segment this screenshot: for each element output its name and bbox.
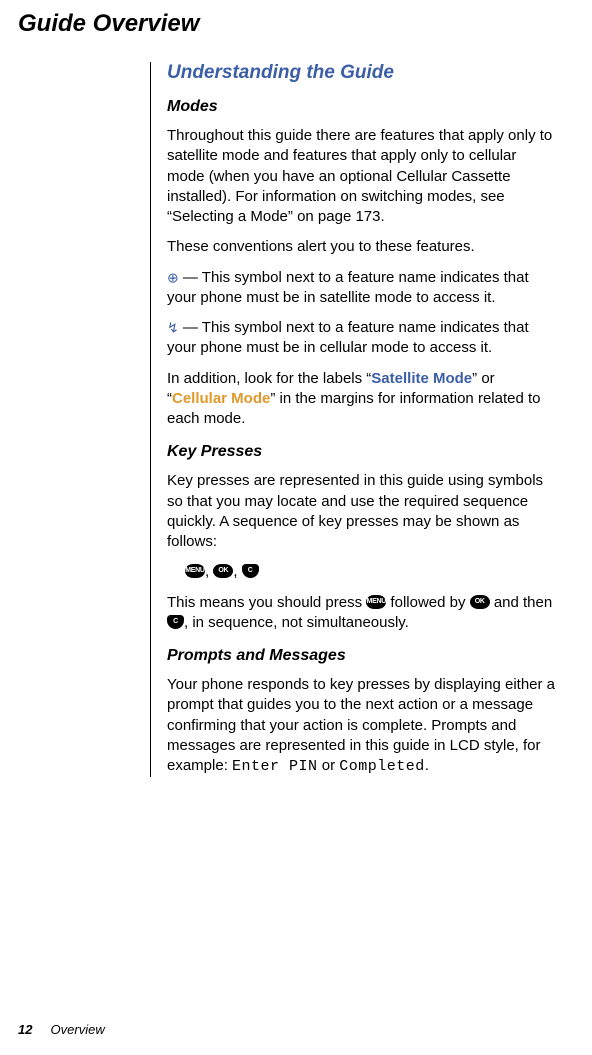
lcd-enter-pin: Enter PIN bbox=[232, 758, 318, 775]
text-fragment: or bbox=[318, 757, 340, 774]
ok-key-icon: OK bbox=[470, 595, 490, 609]
modes-p1: Throughout this guide there are features… bbox=[167, 126, 556, 227]
ok-key-icon: OK bbox=[213, 564, 233, 578]
cellular-text: — This symbol next to a feature name ind… bbox=[167, 319, 529, 356]
keypresses-p1: Key presses are represented in this guid… bbox=[167, 471, 556, 552]
text-fragment: In addition, look for the labels “ bbox=[167, 370, 371, 387]
keypresses-heading: Key Presses bbox=[167, 443, 556, 461]
key-sequence-row: MENU, OK, C bbox=[167, 562, 556, 582]
mode-labels-paragraph: In addition, look for the labels “Satell… bbox=[167, 369, 556, 430]
modes-p2: These conventions alert you to these fea… bbox=[167, 237, 556, 257]
cellular-symbol-paragraph: ↯ — This symbol next to a feature name i… bbox=[167, 318, 556, 359]
modes-heading: Modes bbox=[167, 98, 556, 116]
satellite-mode-label: Satellite Mode bbox=[371, 370, 472, 387]
text-fragment: , bbox=[205, 563, 213, 580]
c-key-icon: C bbox=[167, 615, 184, 629]
menu-key-icon: MENU bbox=[366, 595, 386, 609]
page-number: 12 bbox=[18, 1022, 32, 1037]
page-title: Guide Overview bbox=[18, 10, 556, 38]
keypresses-p2: This means you should press MENU followe… bbox=[167, 593, 556, 634]
menu-key-icon: MENU bbox=[185, 564, 205, 578]
text-fragment: This means you should press bbox=[167, 594, 366, 611]
footer-section-name: Overview bbox=[51, 1022, 105, 1037]
text-fragment: , in sequence, not simultaneously. bbox=[184, 614, 409, 631]
satellite-text: — This symbol next to a feature name ind… bbox=[167, 269, 529, 306]
satellite-symbol-paragraph: ⊕ — This symbol next to a feature name i… bbox=[167, 268, 556, 309]
page-footer: 12 Overview bbox=[18, 1022, 105, 1037]
cellular-mode-label: Cellular Mode bbox=[172, 390, 270, 407]
section-heading: Understanding the Guide bbox=[167, 62, 556, 84]
text-fragment: . bbox=[425, 757, 429, 774]
satellite-icon: ⊕ bbox=[167, 269, 179, 285]
content-column: Understanding the Guide Modes Throughout… bbox=[150, 62, 556, 777]
prompts-heading: Prompts and Messages bbox=[167, 647, 556, 665]
text-fragment: , bbox=[233, 563, 241, 580]
prompts-p1: Your phone responds to key presses by di… bbox=[167, 675, 556, 777]
c-key-icon: C bbox=[242, 564, 259, 578]
text-fragment: and then bbox=[490, 594, 553, 611]
text-fragment: followed by bbox=[386, 594, 469, 611]
lcd-completed: Completed bbox=[339, 758, 425, 775]
cellular-icon: ↯ bbox=[167, 320, 179, 336]
